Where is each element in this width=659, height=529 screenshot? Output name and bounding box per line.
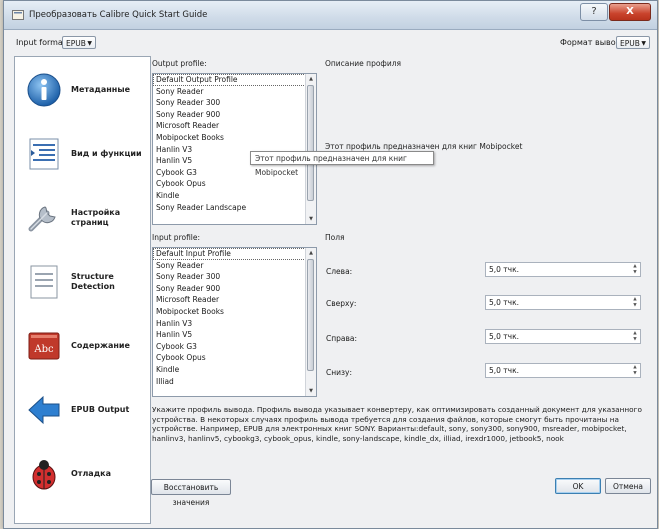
sidebar-item-label: Structure Detection bbox=[71, 272, 115, 291]
margin-right-label: Справа: bbox=[326, 334, 358, 343]
wrench-icon bbox=[28, 206, 56, 232]
list-item[interactable]: Sony Reader 900 bbox=[153, 283, 316, 295]
sidebar-item-debug[interactable]: Отладка bbox=[15, 445, 150, 503]
list-item[interactable]: Hanlin V5 bbox=[153, 329, 316, 341]
spin-arrows-icon[interactable]: ▲ ▼ bbox=[631, 297, 639, 308]
sidebar-item-structure-detection[interactable]: Structure Detection bbox=[15, 253, 150, 311]
scroll-down-icon[interactable]: ▼ bbox=[306, 214, 316, 224]
sidebar-item-label: Отладка bbox=[71, 469, 111, 478]
list-item[interactable]: Cybook Opus bbox=[153, 178, 316, 190]
sidebar-item-epub-output[interactable]: EPUB Output bbox=[15, 381, 150, 439]
list-item[interactable]: Default Output Profile bbox=[153, 74, 316, 86]
sidebar-item-metadata[interactable]: Метаданные bbox=[15, 61, 150, 119]
title-bar[interactable]: Преобразовать Calibre Quick Start Guide … bbox=[4, 1, 657, 30]
margin-top-spinbox[interactable]: 5,0 тчк. ▲ ▼ bbox=[485, 295, 641, 310]
output-profile-label: Output profile: bbox=[152, 59, 207, 68]
list-item[interactable]: Mobipocket Books bbox=[153, 306, 316, 318]
margin-top-label: Сверху: bbox=[326, 299, 357, 308]
list-item[interactable]: Sony Reader bbox=[153, 86, 316, 98]
window-title: Преобразовать Calibre Quick Start Guide bbox=[29, 10, 208, 20]
list-item[interactable]: Sony Reader bbox=[153, 260, 316, 272]
margin-left-label: Слева: bbox=[326, 267, 353, 276]
profile-description-label: Описание профиля bbox=[325, 59, 402, 68]
arrow-left-icon bbox=[28, 395, 60, 425]
scroll-up-icon[interactable]: ▲ bbox=[306, 74, 316, 84]
margin-left-spinbox[interactable]: 5,0 тчк. ▲ ▼ bbox=[485, 262, 641, 277]
list-item[interactable]: Microsoft Reader bbox=[153, 294, 316, 306]
help-button[interactable]: ? bbox=[580, 3, 608, 21]
input-profile-label: Input profile: bbox=[152, 233, 201, 242]
window-controls: ? X bbox=[580, 3, 651, 21]
sidebar-item-label: Вид и функции bbox=[71, 149, 142, 158]
svg-text:Abc: Abc bbox=[33, 344, 54, 355]
margin-bottom-spinbox[interactable]: 5,0 тчк. ▲ ▼ bbox=[485, 363, 641, 378]
tooltip: Этот профиль предназначен для книг Mobip… bbox=[250, 151, 434, 177]
list-item[interactable]: Sony Reader 900 bbox=[153, 109, 316, 121]
list-item[interactable]: Hanlin V3 bbox=[153, 318, 316, 330]
spin-arrows-icon[interactable]: ▲ ▼ bbox=[631, 264, 639, 275]
margin-top-value: 5,0 тчк. bbox=[489, 298, 520, 307]
input-format-value: EPUB bbox=[66, 39, 86, 48]
margin-bottom-value: 5,0 тчк. bbox=[489, 366, 520, 375]
sidebar-item-label: EPUB Output bbox=[71, 405, 130, 414]
chevron-down-icon: ▼ bbox=[641, 40, 646, 47]
sidebar-item-label: Содержание bbox=[71, 341, 130, 350]
input-format-label: Input format: bbox=[16, 38, 69, 47]
output-format-select[interactable]: EPUB ▼ bbox=[616, 36, 650, 49]
margin-bottom-label: Снизу: bbox=[326, 368, 352, 377]
sidebar-item-label: Метаданные bbox=[71, 85, 130, 94]
list-item[interactable]: Illiad bbox=[153, 376, 316, 388]
list-item[interactable]: Sony Reader 300 bbox=[153, 271, 316, 283]
sidebar-item-page-setup[interactable]: Настройка страниц bbox=[15, 189, 150, 247]
list-item[interactable]: Default Input Profile bbox=[153, 248, 316, 260]
sidebar-item-look-and-feel[interactable]: Вид и функции bbox=[15, 125, 150, 183]
list-item[interactable]: Microsoft Reader bbox=[153, 120, 316, 132]
profile-description-text: Этот профиль предназначен для книг Mobip… bbox=[325, 142, 523, 151]
convert-dialog: Преобразовать Calibre Quick Start Guide … bbox=[3, 0, 658, 529]
close-button[interactable]: X bbox=[609, 3, 651, 21]
info-icon bbox=[27, 73, 61, 107]
document-structure-icon bbox=[30, 265, 58, 299]
toc-book-icon: Abc bbox=[28, 332, 60, 360]
cancel-button[interactable]: Отмена bbox=[605, 478, 651, 494]
scroll-down-icon[interactable]: ▼ bbox=[306, 386, 316, 396]
margin-right-spinbox[interactable]: 5,0 тчк. ▲ ▼ bbox=[485, 329, 641, 344]
sidebar-item-label: Настройка страниц bbox=[71, 208, 121, 227]
vertical-scrollbar[interactable]: ▲ ▼ bbox=[305, 74, 316, 224]
list-item[interactable]: Kindle bbox=[153, 190, 316, 202]
help-description: Укажите профиль вывода. Профиль вывода у… bbox=[152, 405, 642, 443]
look-and-feel-icon bbox=[29, 138, 59, 170]
sidebar-item-toc[interactable]: Abc Содержание bbox=[15, 317, 150, 375]
ok-button[interactable]: OK bbox=[555, 478, 601, 494]
list-item[interactable]: Mobipocket Books bbox=[153, 132, 316, 144]
vertical-scrollbar[interactable]: ▲ ▼ bbox=[305, 248, 316, 396]
margin-left-value: 5,0 тчк. bbox=[489, 265, 520, 274]
list-item[interactable]: Sony Reader 300 bbox=[153, 97, 316, 109]
spin-arrows-icon[interactable]: ▲ ▼ bbox=[631, 331, 639, 342]
app-icon bbox=[12, 10, 24, 20]
list-item[interactable]: Cybook Opus bbox=[153, 352, 316, 364]
margin-right-value: 5,0 тчк. bbox=[489, 332, 520, 341]
list-item[interactable]: Cybook G3 bbox=[153, 341, 316, 353]
ladybug-icon bbox=[32, 460, 56, 490]
output-profile-list[interactable]: Default Output Profile Sony Reader Sony … bbox=[152, 73, 317, 225]
input-format-select[interactable]: EPUB ▼ bbox=[62, 36, 96, 49]
scroll-thumb[interactable] bbox=[307, 259, 314, 371]
scroll-up-icon[interactable]: ▲ bbox=[306, 248, 316, 258]
list-item[interactable]: Sony Reader Landscape bbox=[153, 202, 316, 214]
list-item[interactable]: Kindle bbox=[153, 364, 316, 376]
restore-defaults-button[interactable]: Восстановить значения bbox=[151, 479, 231, 507]
output-format-value: EPUB bbox=[620, 39, 640, 48]
spin-arrows-icon[interactable]: ▲ ▼ bbox=[631, 365, 639, 376]
margins-label: Поля bbox=[325, 233, 345, 242]
chevron-down-icon: ▼ bbox=[87, 40, 92, 47]
scroll-thumb[interactable] bbox=[307, 85, 314, 201]
input-profile-list[interactable]: Default Input Profile Sony Reader Sony R… bbox=[152, 247, 317, 397]
sidebar: Метаданные Вид и функции Настройка стран… bbox=[14, 56, 151, 524]
